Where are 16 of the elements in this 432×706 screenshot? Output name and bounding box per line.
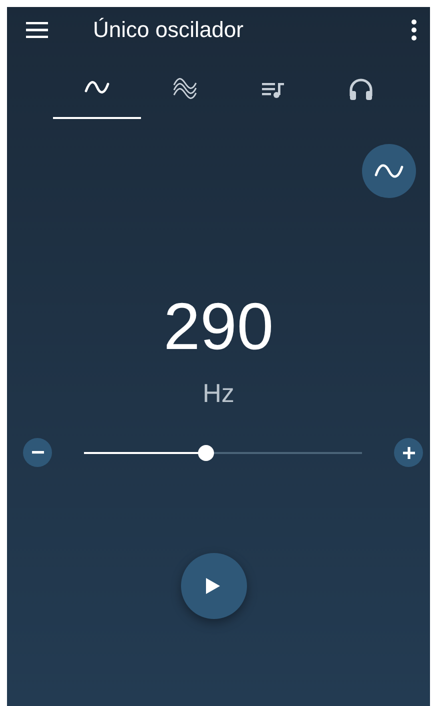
sine-wave-icon <box>374 161 404 181</box>
headphones-icon <box>347 77 375 101</box>
multiple-waves-icon <box>171 77 199 101</box>
increase-button[interactable] <box>394 438 423 467</box>
decrease-button[interactable] <box>23 438 52 467</box>
frequency-slider[interactable] <box>84 444 362 460</box>
play-icon <box>206 578 220 594</box>
minus-icon <box>32 451 44 454</box>
more-options-icon[interactable] <box>411 19 417 41</box>
slider-thumb[interactable] <box>198 444 214 460</box>
menu-icon[interactable] <box>26 22 48 38</box>
frequency-unit: Hz <box>202 378 236 408</box>
frequency-value: 290 <box>162 288 275 364</box>
waveform-button[interactable] <box>362 144 416 198</box>
app-title: Único oscilador <box>93 17 244 43</box>
plus-icon <box>400 444 416 460</box>
